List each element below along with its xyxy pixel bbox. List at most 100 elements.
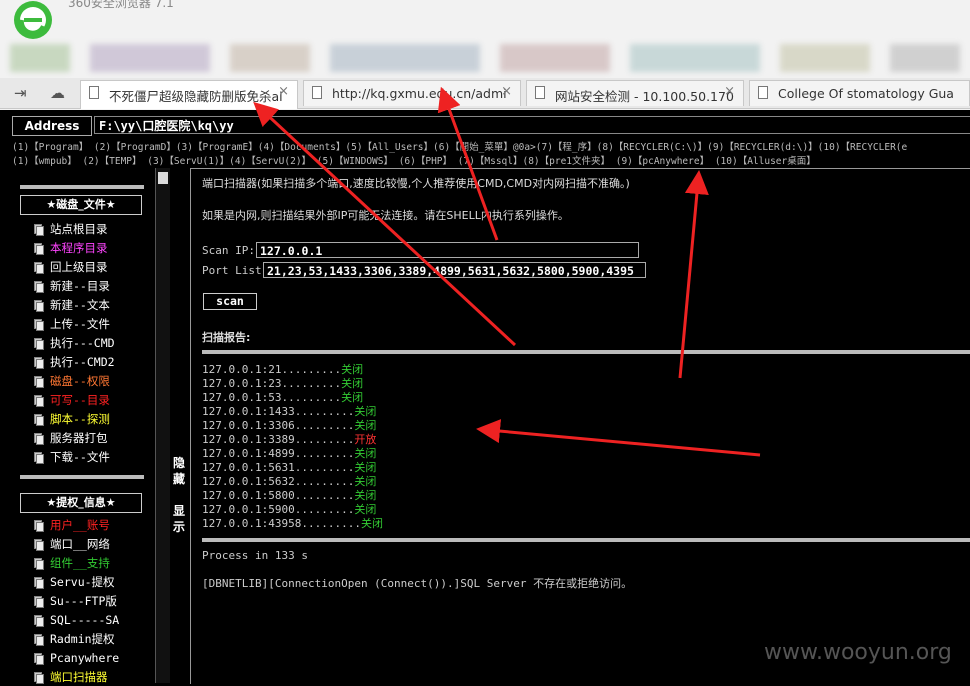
sidebar-separator: [20, 475, 144, 479]
sidebar-item[interactable]: 新建--目录: [32, 278, 110, 295]
port-status: 关闭: [354, 405, 377, 418]
port-status: 关闭: [354, 461, 377, 474]
port-status: 开放: [354, 433, 377, 446]
scroll-thumb[interactable]: [158, 172, 168, 184]
folder-icon: [32, 519, 44, 532]
scan-result-row: 127.0.0.1:43958.........关闭: [202, 517, 383, 530]
sidebar-item[interactable]: 上传--文件: [32, 316, 110, 333]
sidebar-item[interactable]: 执行---CMD: [32, 335, 115, 352]
sidebar-item[interactable]: 端口扫描器: [32, 669, 108, 686]
port-list-input[interactable]: 21,23,53,1433,3306,3389,4899,5631,5632,5…: [263, 262, 646, 278]
divider: [202, 538, 970, 542]
folder-icon: [32, 413, 44, 426]
sidebar-item[interactable]: 脚本--探测: [32, 411, 110, 428]
folder-icon: [32, 375, 44, 388]
folder-icon: [32, 223, 44, 236]
sql-error-message: [DBNETLIB][ConnectionOpen (Connect()).]S…: [202, 577, 633, 590]
port-status: 关闭: [354, 503, 377, 516]
bookmarks-bar: [0, 44, 970, 76]
sidebar-item[interactable]: 执行--CMD2: [32, 354, 115, 371]
sidebar-section-title: ★提权_信息★: [20, 493, 142, 513]
sidebar-item[interactable]: 本程序目录: [32, 240, 108, 257]
quick-paths-row-2[interactable]: (1)【wmpub】 (2)【TEMP】 (3)【ServU(1)】(4)【Se…: [12, 153, 816, 167]
address-input[interactable]: F:\yy\口腔医院\kq\yy: [94, 116, 970, 134]
folder-icon: [32, 337, 44, 350]
cloud-icon[interactable]: ☁: [50, 84, 65, 102]
scan-result-row: 127.0.0.1:21.........关闭: [202, 363, 364, 376]
port-status: 关闭: [354, 447, 377, 460]
folder-icon: [32, 280, 44, 293]
port-status: 关闭: [341, 363, 364, 376]
scanner-note: 如果是内网,则扫描结果外部IP可能无法连接。请在SHELL内执行系列操作。: [202, 209, 569, 222]
close-tab-icon[interactable]: ×: [501, 84, 512, 99]
sidebar-item[interactable]: 新建--文本: [32, 297, 110, 314]
browser-logo-icon: [14, 1, 52, 39]
tab-strip: ⇥ ☁ 不死僵尸超级隐藏防删版免杀ai × http://kq.gxmu.edu…: [0, 78, 970, 109]
folder-icon: [32, 451, 44, 464]
sidebar-item[interactable]: SQL-----SA: [32, 612, 119, 629]
sidebar-item[interactable]: Pcanywhere: [32, 650, 119, 667]
scan-result-row: 127.0.0.1:5632.........关闭: [202, 475, 377, 488]
sidebar-item[interactable]: 磁盘--权限: [32, 373, 110, 390]
tab-3[interactable]: College Of stomatology Gua: [749, 80, 970, 106]
sidebar-item[interactable]: Su---FTP版: [32, 593, 117, 610]
folder-icon: [32, 595, 44, 608]
page-icon: [312, 86, 322, 99]
port-status: 关闭: [341, 391, 364, 404]
scanner-description: 端口扫描器(如果扫描多个端口,速度比较慢,个人推荐使用CMD,CMD对内网扫描不…: [202, 177, 630, 190]
sidebar-section-title: ★磁盘_文件★: [20, 195, 142, 215]
scan-result-row: 127.0.0.1:5800.........关闭: [202, 489, 377, 502]
quick-paths-row-1[interactable]: (1)【Program】 (2)【ProgramD】(3)【ProgramE】(…: [12, 139, 907, 153]
process-time: Process in 133 s: [202, 549, 308, 562]
address-label: Address: [12, 116, 92, 136]
scan-button[interactable]: scan: [203, 293, 257, 310]
port-list-label: Port List:: [202, 264, 269, 277]
sidebar-item[interactable]: 用户__账号: [32, 517, 110, 534]
sidebar-item[interactable]: 端口__网络: [32, 536, 110, 553]
sidebar-item[interactable]: 可写--目录: [32, 392, 110, 409]
tab-0[interactable]: 不死僵尸超级隐藏防删版免杀ai ×: [80, 80, 298, 109]
close-tab-icon[interactable]: ×: [278, 84, 289, 99]
scan-result-row: 127.0.0.1:23.........关闭: [202, 377, 364, 390]
page-icon: [758, 86, 768, 99]
sidebar-item[interactable]: 组件__支持: [32, 555, 110, 572]
folder-icon: [32, 432, 44, 445]
page-icon: [535, 86, 545, 99]
port-status: 关闭: [354, 475, 377, 488]
close-tab-icon[interactable]: ×: [724, 84, 735, 99]
port-status: 关闭: [354, 489, 377, 502]
tab-1[interactable]: http://kq.gxmu.edu.cn/admi ×: [303, 80, 521, 106]
port-scanner-panel: 端口扫描器(如果扫描多个端口,速度比较慢,个人推荐使用CMD,CMD对内网扫描不…: [190, 168, 970, 684]
folder-icon: [32, 242, 44, 255]
folder-icon: [32, 671, 44, 684]
port-status: 关闭: [360, 517, 383, 530]
window-title: 360安全浏览器 7.1: [68, 0, 174, 10]
sidebar-item[interactable]: 站点根目录: [32, 221, 108, 238]
sidebar-item[interactable]: 回上级目录: [32, 259, 108, 276]
folder-icon: [32, 394, 44, 407]
folder-icon: [32, 652, 44, 665]
scan-ip-input[interactable]: 127.0.0.1: [256, 242, 639, 258]
sidebar-item[interactable]: Servu-提权: [32, 574, 115, 591]
sidebar-separator: [20, 185, 144, 189]
hide-show-toggle[interactable]: 隐藏 显示: [170, 455, 188, 535]
folder-icon: [32, 299, 44, 312]
sidebar-toggle-icon[interactable]: ⇥: [14, 84, 27, 102]
scan-result-row: 127.0.0.1:3306.........关闭: [202, 419, 377, 432]
folder-icon: [32, 538, 44, 551]
folder-icon: [32, 356, 44, 369]
folder-icon: [32, 576, 44, 589]
sidebar-scrollbar[interactable]: [155, 168, 170, 683]
scan-result-row: 127.0.0.1:5631.........关闭: [202, 461, 377, 474]
scan-result-row: 127.0.0.1:53.........关闭: [202, 391, 364, 404]
folder-icon: [32, 633, 44, 646]
scan-ip-label: Scan IP:: [202, 244, 255, 257]
tab-2[interactable]: 网站安全检测 - 10.100.50.170 ×: [526, 80, 744, 106]
scan-result-row: 127.0.0.1:4899.........关闭: [202, 447, 377, 460]
sidebar-item[interactable]: 下载--文件: [32, 449, 110, 466]
scan-result-row: 127.0.0.1:1433.........关闭: [202, 405, 377, 418]
port-status: 关闭: [354, 419, 377, 432]
scan-result-row: 127.0.0.1:3389.........开放: [202, 433, 377, 446]
sidebar-item[interactable]: Radmin提权: [32, 631, 115, 648]
sidebar-item[interactable]: 服务器打包: [32, 430, 108, 447]
